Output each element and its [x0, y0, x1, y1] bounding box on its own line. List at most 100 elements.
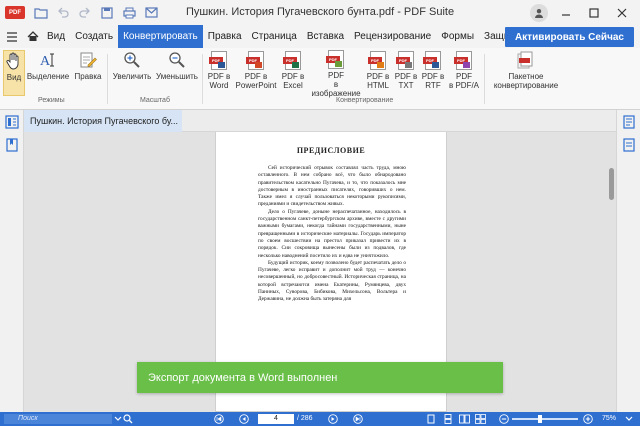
attachments-panel-icon[interactable]: [621, 137, 637, 153]
group-separator: [202, 54, 203, 104]
pdf-to-powerpoint-button[interactable]: PDF PDF в PowerPoint: [235, 50, 277, 96]
thumbnails-panel-icon[interactable]: [4, 114, 20, 130]
zoom-out-icon: [167, 50, 187, 70]
pdf-to-txt-button[interactable]: PDF PDF в TXT: [393, 50, 419, 96]
print-icon[interactable]: [121, 5, 137, 21]
tab-page[interactable]: Страница: [247, 25, 302, 48]
hamburger-menu-icon[interactable]: [0, 25, 24, 48]
right-side-panel: [616, 110, 640, 412]
modes-group-label: Режимы: [38, 97, 65, 104]
undo-icon[interactable]: [55, 5, 71, 21]
zoom-level[interactable]: 75%: [602, 414, 616, 424]
previous-page-icon[interactable]: [238, 413, 250, 425]
pdf-to-txt-icon: PDF: [396, 50, 416, 70]
menu-bar: Вид Создать Конвертировать Правка Страни…: [0, 25, 640, 48]
select-mode-button[interactable]: A Выделение: [27, 50, 69, 96]
pdf-to-rtf-label: PDF в: [421, 72, 445, 81]
edit-mode-button[interactable]: Правка: [72, 50, 104, 96]
zoom-out-small-icon[interactable]: [498, 413, 510, 425]
pdf-to-rtf-label-2: RTF: [425, 81, 441, 90]
batch-convert-icon: [516, 50, 536, 70]
zoom-dropdown-icon[interactable]: [623, 413, 635, 425]
group-separator: [484, 54, 485, 104]
zoom-out-label: Уменьшить: [156, 72, 198, 81]
last-page-icon[interactable]: [352, 413, 364, 425]
two-page-continuous-icon[interactable]: [474, 413, 486, 425]
redo-icon[interactable]: [77, 5, 93, 21]
tab-view[interactable]: Вид: [42, 25, 70, 48]
activate-now-button[interactable]: Активировать Сейчас: [504, 27, 634, 47]
home-icon[interactable]: [24, 25, 42, 48]
next-page-icon[interactable]: [327, 413, 339, 425]
email-icon[interactable]: [143, 5, 159, 21]
document-tab-strip: Пушкин. История Пугачевского бу...: [0, 110, 640, 132]
paragraph: Дело о Пугачеве, доныне нераспечатанное,…: [258, 208, 406, 259]
two-page-layout-icon[interactable]: [458, 413, 470, 425]
continuous-layout-icon[interactable]: [442, 413, 454, 425]
maximize-icon[interactable]: [580, 0, 608, 25]
quick-access-toolbar: [33, 5, 159, 21]
vertical-scrollbar-thumb[interactable]: [609, 168, 614, 200]
close-icon[interactable]: [608, 0, 636, 25]
pdf-to-txt-label-2: TXT: [398, 81, 414, 90]
view-mode-button[interactable]: Вид: [3, 50, 25, 96]
user-avatar-icon[interactable]: [530, 3, 548, 22]
pdf-to-powerpoint-label-2: PowerPoint: [235, 81, 277, 90]
batch-convert-label: Пакетное: [508, 72, 544, 81]
pdf-to-excel-icon: PDF: [283, 50, 303, 70]
pdf-to-pdfa-label-2: в PDF/A: [448, 81, 480, 90]
svg-text:A: A: [40, 54, 51, 69]
pdf-to-image-button[interactable]: PDF PDF в изображение: [309, 50, 363, 98]
pdf-to-rtf-button[interactable]: PDF PDF в RTF: [420, 50, 446, 96]
batch-convert-button[interactable]: Пакетное конвертирование: [488, 50, 564, 96]
pdf-to-excel-button[interactable]: PDF PDF в Excel: [279, 50, 307, 96]
scale-group-label: Масштаб: [140, 97, 170, 104]
pdf-to-txt-label: PDF в: [394, 72, 418, 81]
zoom-in-small-icon[interactable]: [582, 413, 594, 425]
tab-insert[interactable]: Вставка: [302, 25, 349, 48]
ribbon: Вид A Выделение Правка Режимы Увеличить …: [0, 48, 640, 110]
select-mode-label: Выделение: [26, 72, 70, 81]
text-select-icon: A: [38, 50, 58, 70]
save-icon[interactable]: [99, 5, 115, 21]
pdf-to-excel-label: PDF в: [281, 72, 305, 81]
zoom-slider-handle[interactable]: [538, 415, 543, 423]
document-properties-icon[interactable]: [621, 114, 637, 130]
pdf-to-html-label: PDF в: [366, 72, 390, 81]
pdf-to-rtf-icon: PDF: [423, 50, 443, 70]
window-controls: [530, 0, 636, 25]
pdf-to-pdfa-button[interactable]: PDF PDF в PDF/A: [448, 50, 480, 96]
minimize-icon[interactable]: [552, 0, 580, 25]
first-page-icon[interactable]: [213, 413, 225, 425]
pdf-to-powerpoint-label: PDF в: [244, 72, 268, 81]
pdf-to-html-button[interactable]: PDF PDF в HTML: [365, 50, 391, 96]
status-bar: Поиск 4 / 286 75%: [0, 412, 640, 426]
pdf-to-word-label-2: Word: [209, 81, 229, 90]
open-folder-icon[interactable]: [33, 5, 49, 21]
document-tab[interactable]: Пушкин. История Пугачевского бу...: [24, 110, 182, 132]
pdf-to-html-label-2: HTML: [367, 81, 389, 90]
pdf-to-word-button[interactable]: PDF PDF в Word: [205, 50, 233, 96]
tab-edit[interactable]: Правка: [203, 25, 247, 48]
total-pages: / 286: [297, 415, 313, 422]
tab-review[interactable]: Рецензирование: [349, 25, 436, 48]
current-page-input[interactable]: 4: [258, 414, 294, 424]
title-bar: PDF Пушкин. История Пугачевского бунта.p…: [0, 0, 640, 25]
zoom-slider[interactable]: [512, 415, 578, 423]
pdf-to-word-icon: PDF: [209, 50, 229, 70]
search-icon[interactable]: [122, 413, 134, 425]
single-page-layout-icon[interactable]: [425, 413, 437, 425]
zoom-in-button[interactable]: Увеличить: [112, 50, 152, 96]
paragraph: Будущий историк, коему позволено будет р…: [258, 259, 406, 303]
bookmarks-panel-icon[interactable]: [4, 137, 20, 153]
hand-icon: [4, 51, 24, 71]
tab-forms[interactable]: Формы: [436, 25, 479, 48]
search-input[interactable]: Поиск: [4, 414, 112, 424]
view-mode-label: Вид: [6, 73, 22, 82]
zoom-in-icon: [122, 50, 142, 70]
zoom-out-button[interactable]: Уменьшить: [156, 50, 198, 96]
tab-convert[interactable]: Конвертировать: [118, 25, 203, 48]
pdf-to-html-icon: PDF: [368, 50, 388, 70]
left-side-panel: [0, 110, 24, 412]
tab-create[interactable]: Создать: [70, 25, 118, 48]
